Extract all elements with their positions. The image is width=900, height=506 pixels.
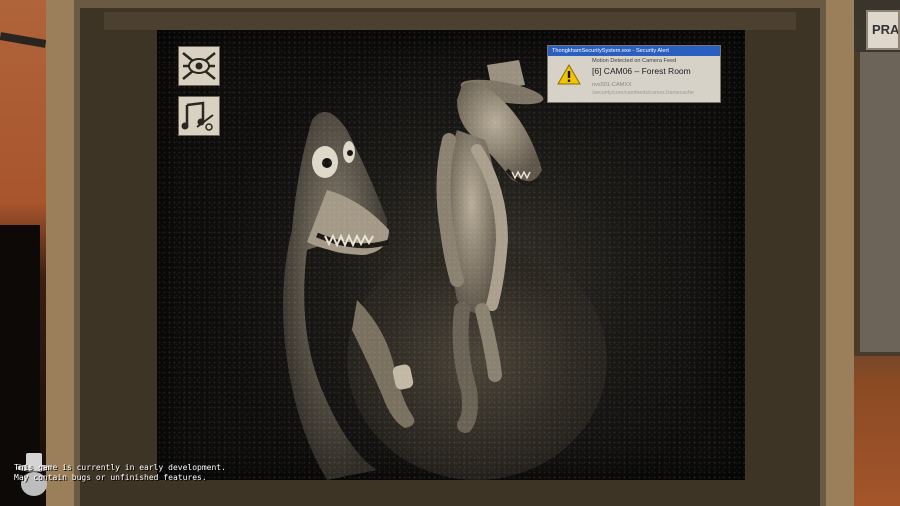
wall-poster: PRA (866, 10, 900, 50)
music-box-button[interactable] (178, 96, 220, 136)
alert-body: Motion Detected on Camera Feed [6] CAM06… (548, 56, 720, 103)
eye-camera-icon (182, 52, 216, 80)
alert-camera-name: [6] CAM06 – Forest Room (592, 66, 691, 76)
dev-notice-line2: May contain bugs or unfinished features. (14, 473, 207, 482)
warning-icon (557, 64, 581, 85)
development-notice: This game is currently in early developm… (14, 463, 226, 483)
monitor-bezel (104, 12, 796, 30)
alert-file-path: /security/core/camfeeds/camxx.framecache (592, 90, 694, 96)
right-window-frame (854, 52, 900, 356)
pipe (0, 32, 47, 48)
security-alert-window[interactable]: ThongkhamSecuritySystem.exe - Security A… (547, 45, 721, 103)
camera-view-button[interactable] (178, 46, 220, 86)
music-box-icon (181, 101, 214, 131)
office-wall-left (0, 0, 47, 506)
dev-notice-line1: This game is currently in early developm… (14, 463, 226, 472)
alert-device-id: nvs501-CAMXX (592, 82, 632, 88)
poster-text: PRA (872, 22, 900, 37)
alert-titlebar[interactable]: ThongkhamSecuritySystem.exe - Security A… (548, 46, 720, 56)
alert-motion-text: Motion Detected on Camera Feed (592, 58, 677, 64)
